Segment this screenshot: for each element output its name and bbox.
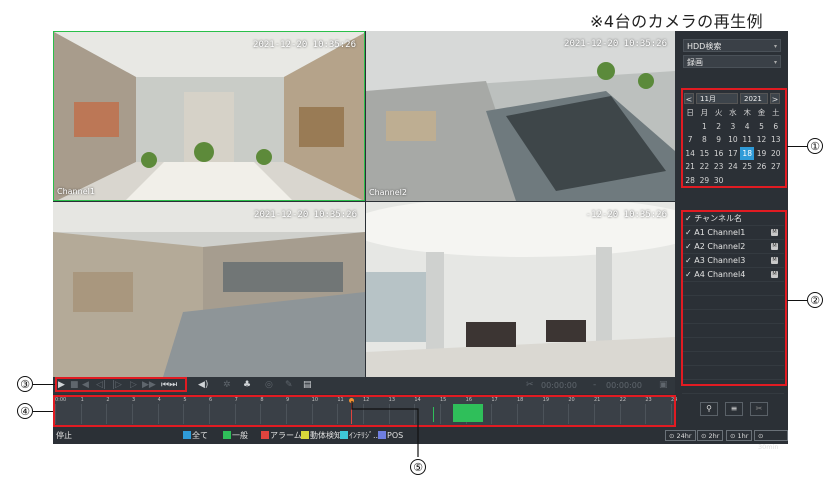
mall-scene-3 — [53, 202, 365, 377]
clip-end-time: 00:00:00 — [606, 381, 642, 390]
filter-general-label: 一般 — [232, 431, 248, 440]
highlight-calendar — [681, 88, 787, 188]
video-tile-1[interactable]: 2021-12-20 10:35:26 Channel1 — [53, 31, 365, 201]
timestamp-overlay: 2021-12-20 10:35:26 — [253, 40, 356, 50]
filter-alarm-label: アラーム — [270, 431, 302, 440]
playback-status: 停止 — [56, 431, 72, 440]
channel-label: Channel2 — [369, 188, 407, 197]
chevron-down-icon: ▾ — [773, 43, 777, 50]
filter-motion-label: 動体検知 — [310, 431, 342, 440]
video-tile-2[interactable]: 2021-12-20 10:35:26 Channel2 — [366, 31, 675, 201]
scissors-icon: ✂ — [755, 404, 763, 413]
volume-icon[interactable]: ◀) — [198, 380, 208, 391]
zoom-2hr-button[interactable]: ⊙ 2hr — [697, 430, 724, 441]
callout-5: ⑤ — [410, 459, 426, 475]
callout-1: ① — [807, 138, 823, 154]
channel-label: Channel1 — [57, 187, 95, 196]
smart-search-button[interactable]: ⚲ — [700, 402, 718, 416]
time-separator: - — [593, 380, 597, 390]
filter-motion[interactable]: 動体検知 — [301, 431, 342, 441]
timestamp-overlay: -12-20 10:35:26 — [585, 210, 667, 220]
video-tile-3[interactable]: 2021-12-20 10:35:26 — [53, 202, 365, 377]
search-source-select[interactable]: HDD検索 ▾ — [683, 39, 781, 52]
mall-scene-1 — [54, 32, 364, 200]
clip-icon[interactable]: ✂ — [526, 380, 534, 391]
highlight-channel-list — [681, 210, 787, 386]
filter-general[interactable]: 一般 — [223, 431, 248, 441]
checkbox-icon — [183, 431, 191, 439]
callout-line — [787, 146, 807, 148]
mall-scene-4 — [366, 202, 675, 377]
search-source-value: HDD検索 — [687, 42, 722, 51]
list-view-button[interactable]: ≡ — [725, 402, 743, 416]
lock-icon[interactable]: ✎ — [285, 380, 293, 391]
video-tile-4[interactable]: -12-20 10:35:26 — [366, 202, 675, 377]
digital-zoom-icon[interactable]: ✲ — [223, 380, 231, 391]
filter-all-label: 全て — [192, 431, 208, 440]
callout-line — [33, 384, 55, 386]
list-icon: ≡ — [730, 404, 738, 413]
clip-view-button[interactable]: ✂ — [750, 402, 768, 416]
callout-line — [787, 300, 807, 302]
zoom-24hr-button[interactable]: ⊙ 24hr — [665, 430, 696, 441]
checkbox-icon — [261, 431, 269, 439]
checkbox-icon — [223, 431, 231, 439]
timestamp-overlay: 2021-12-20 10:35:26 — [254, 210, 357, 220]
person-search-icon: ⚲ — [706, 404, 712, 413]
save-icon[interactable]: ▣ — [659, 380, 668, 391]
filter-all[interactable]: 全て — [183, 431, 208, 441]
highlight-controls — [55, 377, 187, 392]
callout-4: ④ — [17, 403, 33, 419]
mall-scene-2 — [366, 31, 675, 201]
callout-2: ② — [807, 292, 823, 308]
timestamp-overlay: 2021-12-20 10:35:26 — [564, 39, 667, 49]
caption: ※4台のカメラの再生例 — [590, 12, 764, 31]
zoom-30min-button[interactable]: ⊙ 30min — [754, 430, 788, 451]
callout-3: ③ — [17, 376, 33, 392]
record-type-value: 録画 — [687, 58, 703, 67]
record-type-select[interactable]: 録画 ▾ — [683, 55, 781, 68]
filter-alarm[interactable]: アラーム — [261, 431, 302, 441]
checkbox-icon — [301, 431, 309, 439]
backup-icon[interactable]: ▤ — [303, 380, 312, 391]
zoom-1hr-button[interactable]: ⊙ 1hr — [726, 430, 753, 441]
tag-icon[interactable]: ♣ — [243, 380, 251, 391]
snapshot-icon[interactable]: ◎ — [265, 380, 273, 391]
callout-5-leader — [351, 401, 419, 457]
clip-start-time: 00:00:00 — [541, 381, 577, 390]
callout-line — [33, 411, 53, 413]
chevron-down-icon: ▾ — [773, 59, 777, 66]
